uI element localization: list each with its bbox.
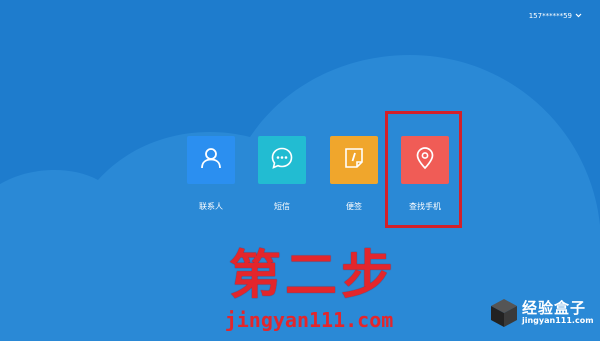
account-menu[interactable]: 157******59 [529,12,582,20]
app-contacts-tile[interactable] [187,136,235,184]
app-messages-label: 短信 [274,202,290,211]
highlight-box [385,111,462,228]
app-messages-tile[interactable] [258,136,306,184]
step-annotation: 第二步 [228,246,397,306]
user-icon [199,146,223,174]
app-messages[interactable]: 短信 [258,136,306,212]
watermark-title: 经验盒子 [522,299,587,317]
app-notes-tile[interactable] [330,136,378,184]
watermark-url: jingyan111.com [522,316,594,325]
note-icon [342,146,366,174]
cube-logo-icon [491,299,517,327]
app-notes[interactable]: 便签 [330,136,378,212]
app-contacts[interactable]: 联系人 [187,136,235,212]
account-label: 157******59 [528,12,572,20]
watermark: 经验盒子 jingyan111.com [488,292,600,332]
chat-bubble-icon [270,146,294,174]
site-annotation: jingyan111.com [224,308,394,332]
chevron-down-icon [575,13,582,20]
app-contacts-label: 联系人 [199,202,223,211]
app-notes-label: 便签 [346,202,362,211]
